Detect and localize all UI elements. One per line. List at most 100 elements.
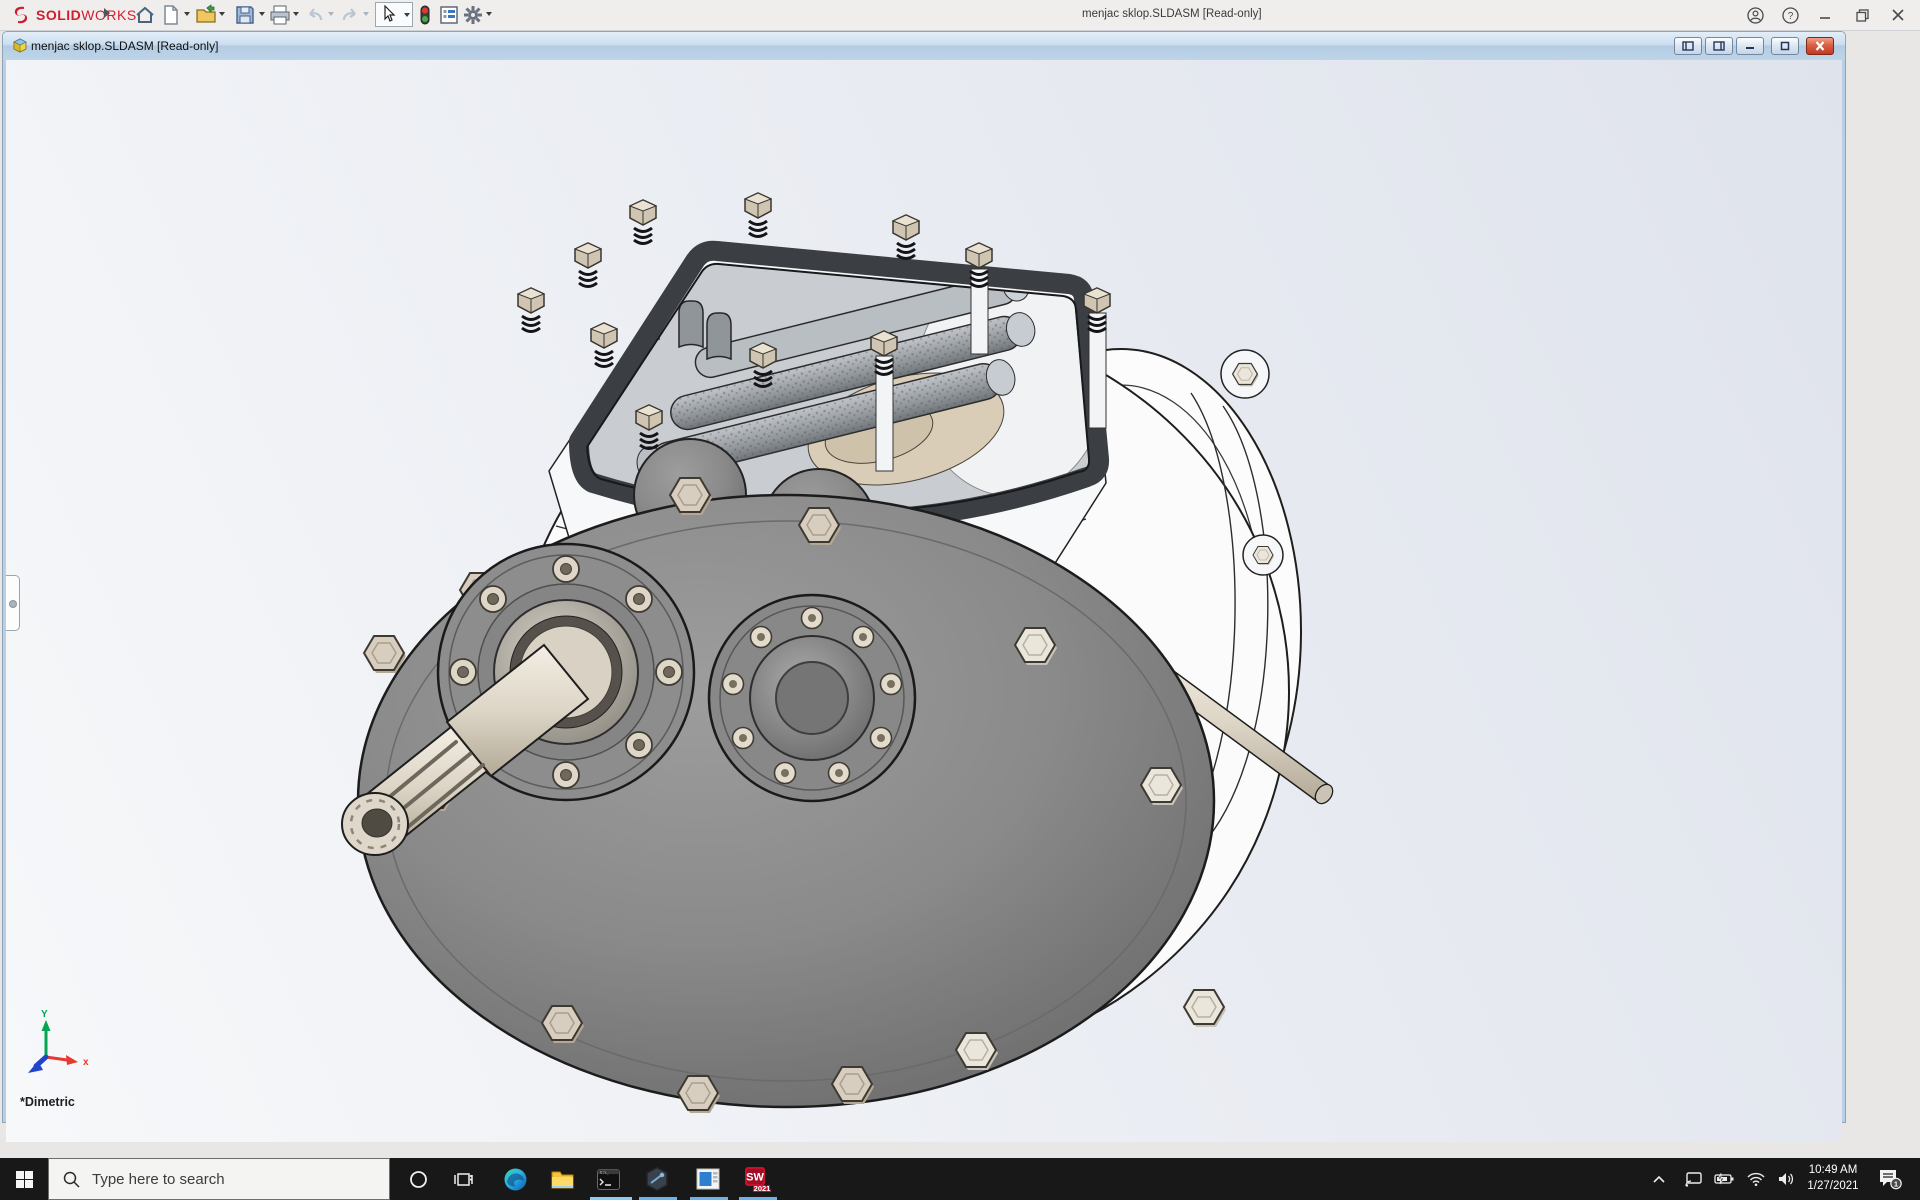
doc-close-icon: [1814, 41, 1826, 51]
taskbar-clock[interactable]: 10:49 AM 1/27/2021: [1800, 1158, 1866, 1200]
tray-volume-button[interactable]: [1772, 1158, 1800, 1200]
doc-restore-button[interactable]: [1771, 37, 1799, 55]
close-button[interactable]: [1884, 3, 1912, 27]
windows-logo-icon: [16, 1171, 33, 1188]
taskbar-item-file-explorer[interactable]: [542, 1158, 582, 1200]
save-dropdown[interactable]: [259, 12, 265, 16]
taskbar-item-edge[interactable]: [495, 1158, 535, 1200]
notification-badge: 1: [1894, 1179, 1898, 1188]
svg-text:SW: SW: [746, 1172, 764, 1184]
taskbar-item-dassault-tool[interactable]: [637, 1158, 677, 1200]
account-button[interactable]: [1741, 3, 1769, 27]
cad-window-icon: [695, 1166, 721, 1192]
screen: SOLIDWORKS: [0, 0, 1920, 1200]
taskbar: C:\_ SW 2021: [0, 1158, 1920, 1200]
home-button[interactable]: [134, 4, 156, 26]
cortana-button[interactable]: [398, 1158, 438, 1200]
options-list-icon[interactable]: [438, 4, 460, 26]
search-input[interactable]: [90, 1170, 344, 1189]
cast-icon: [1685, 1171, 1703, 1187]
open-button[interactable]: [195, 4, 217, 26]
pane-split-right-button[interactable]: [1705, 37, 1733, 55]
taskbar-search[interactable]: [48, 1158, 390, 1200]
pane-split-right-icon: [1713, 41, 1725, 51]
cortana-icon: [409, 1170, 428, 1189]
tray-battery-button[interactable]: [1710, 1158, 1738, 1200]
undo-dropdown[interactable]: [328, 12, 334, 16]
task-view-button[interactable]: [443, 1158, 483, 1200]
tray-chevron-button[interactable]: [1646, 1158, 1672, 1200]
running-indicator-cad: [690, 1197, 728, 1200]
tray-wifi-button[interactable]: [1742, 1158, 1770, 1200]
redo-dropdown[interactable]: [363, 12, 369, 16]
start-button[interactable]: [0, 1158, 48, 1200]
command-prompt-icon: C:\_: [596, 1167, 621, 1192]
redo-button[interactable]: [339, 4, 361, 26]
tray-cast-button[interactable]: [1680, 1158, 1708, 1200]
svg-text:2021: 2021: [754, 1184, 771, 1193]
app-title: menjac sklop.SLDASM [Read-only]: [1082, 8, 1262, 20]
document-window: menjac sklop.SLDASM [Read-only]: [2, 31, 1846, 1123]
document-title: menjac sklop.SLDASM [Read-only]: [31, 39, 218, 53]
countershaft-bearing-cover: [709, 595, 915, 801]
svg-text:C:\_: C:\_: [600, 1170, 609, 1174]
action-center-button[interactable]: 1: [1872, 1158, 1908, 1200]
orientation-triad[interactable]: Y x: [28, 1009, 89, 1073]
undo-button[interactable]: [304, 4, 326, 26]
new-document-dropdown[interactable]: [184, 12, 190, 16]
restore-icon: [1855, 8, 1870, 23]
taskbar-item-command-prompt[interactable]: C:\_: [588, 1158, 628, 1200]
brand-expander-arrow[interactable]: [104, 8, 110, 18]
task-view-icon: [454, 1170, 473, 1189]
file-explorer-icon: [550, 1167, 575, 1192]
select-cursor-icon: [380, 5, 398, 23]
pane-split-left-icon: [1682, 41, 1694, 51]
doc-minimize-button[interactable]: [1736, 37, 1764, 55]
running-indicator-hexagon: [639, 1197, 677, 1200]
taskbar-item-cad-window[interactable]: [688, 1158, 728, 1200]
triad-x-label: x: [83, 1057, 89, 1068]
settings-gear-icon[interactable]: [462, 4, 484, 26]
account-icon: [1747, 7, 1764, 24]
select-dropdown[interactable]: [404, 13, 410, 17]
viewport-3d[interactable]: Y x *Dimetric: [6, 60, 1842, 1142]
view-orientation-label: *Dimetric: [20, 1095, 75, 1109]
solidworks-logo: SOLIDWORKS: [10, 4, 137, 26]
print-button[interactable]: [269, 4, 291, 26]
clock-time: 10:49 AM: [1800, 1163, 1866, 1179]
gearbox-model: Y x: [6, 60, 1842, 1142]
clock-date: 1/27/2021: [1800, 1179, 1866, 1195]
document-titlebar[interactable]: menjac sklop.SLDASM [Read-only]: [3, 32, 1845, 60]
help-button[interactable]: ?: [1776, 3, 1804, 27]
hexagon-app-icon: [644, 1166, 670, 1192]
pane-split-left-button[interactable]: [1674, 37, 1702, 55]
ds-logo-icon: [10, 5, 32, 25]
taskbar-item-solidworks[interactable]: SW 2021: [737, 1158, 777, 1200]
print-dropdown[interactable]: [293, 12, 299, 16]
close-icon: [1891, 8, 1905, 22]
triad-y-label: Y: [41, 1009, 48, 1020]
feature-manager-tab-dot: [9, 600, 17, 608]
svg-text:?: ?: [1787, 11, 1793, 22]
performance-light-icon[interactable]: [414, 4, 436, 26]
minimize-icon: [1818, 8, 1832, 22]
running-indicator-cmd: [590, 1197, 632, 1200]
restore-button[interactable]: [1848, 3, 1876, 27]
save-button[interactable]: [234, 4, 256, 26]
search-icon: [63, 1171, 80, 1188]
settings-dropdown[interactable]: [486, 12, 492, 16]
minimize-button[interactable]: [1811, 3, 1839, 27]
app-titlebar: SOLIDWORKS: [0, 0, 1920, 31]
doc-restore-icon: [1779, 41, 1791, 51]
assembly-icon: [12, 38, 28, 54]
doc-close-button[interactable]: [1806, 37, 1834, 55]
volume-icon: [1778, 1172, 1795, 1186]
battery-charging-icon: [1714, 1173, 1734, 1185]
wifi-icon: [1747, 1172, 1765, 1186]
select-tool-box[interactable]: [375, 2, 413, 27]
open-dropdown[interactable]: [219, 12, 225, 16]
feature-manager-collapsed-tab[interactable]: [6, 575, 20, 631]
help-icon: ?: [1782, 7, 1799, 24]
new-document-button[interactable]: [160, 4, 182, 26]
doc-minimize-icon: [1744, 41, 1756, 51]
